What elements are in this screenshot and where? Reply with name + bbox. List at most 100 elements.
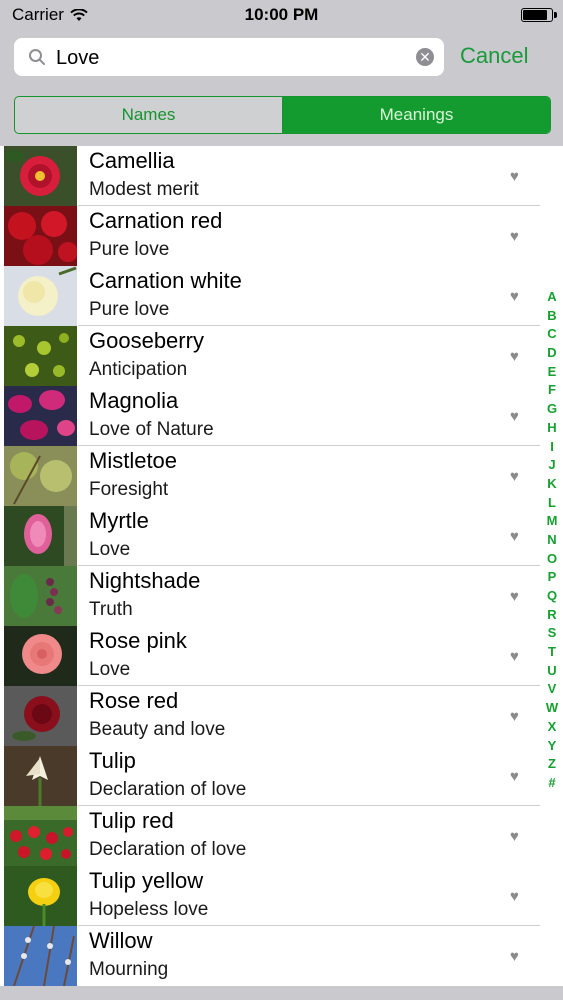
flower-meaning: Foresight [89, 479, 169, 500]
list-item[interactable]: Camellia Modest merit ♥ [0, 146, 563, 206]
list-item[interactable]: Tulip yellow Hopeless love ♥ [0, 866, 563, 926]
flower-name: Rose red [89, 688, 179, 713]
flower-thumbnail [4, 746, 77, 806]
flower-meaning: Pure love [89, 239, 170, 260]
index-letter[interactable]: W [542, 699, 562, 718]
index-letter[interactable]: J [542, 456, 562, 475]
flower-thumbnail [4, 206, 77, 266]
list-item[interactable]: Tulip red Declaration of love ♥ [0, 806, 563, 866]
flower-name: Gooseberry [89, 328, 204, 353]
flower-meaning: Beauty and love [89, 719, 226, 740]
index-letter[interactable]: G [542, 400, 562, 419]
battery-icon [521, 8, 557, 22]
flower-name: Tulip yellow [89, 868, 204, 893]
heart-icon[interactable]: ♥ [510, 768, 519, 785]
heart-icon[interactable]: ♥ [510, 588, 519, 605]
flower-name: Willow [89, 928, 153, 953]
flower-list[interactable]: Camellia Modest merit ♥ Carnation red Pu… [0, 146, 563, 986]
search-input[interactable] [54, 44, 418, 72]
index-letter[interactable]: V [542, 680, 562, 699]
list-item[interactable]: Mistletoe Foresight ♥ [0, 446, 563, 506]
index-letter[interactable]: K [542, 475, 562, 494]
flower-name: Mistletoe [89, 448, 178, 473]
list-item[interactable]: Rose red Beauty and love ♥ [0, 686, 563, 746]
flower-meaning: Mourning [89, 959, 169, 980]
index-letter[interactable]: F [542, 381, 562, 400]
list-item[interactable]: Nightshade Truth ♥ [0, 566, 563, 626]
index-letter[interactable]: M [542, 512, 562, 531]
flower-name: Nightshade [89, 568, 201, 593]
flower-meaning: Love of Nature [89, 419, 214, 440]
flower-meaning: Declaration of love [89, 839, 247, 860]
flower-meaning: Pure love [89, 299, 170, 320]
flower-thumbnail [4, 686, 77, 746]
heart-icon[interactable]: ♥ [510, 288, 519, 305]
heart-icon[interactable]: ♥ [510, 528, 519, 545]
heart-icon[interactable]: ♥ [510, 888, 519, 905]
heart-icon[interactable]: ♥ [510, 348, 519, 365]
list-item[interactable]: Tulip Declaration of love ♥ [0, 746, 563, 806]
status-bar: Carrier 10:00 PM [0, 0, 563, 30]
list-item[interactable]: Carnation white Pure love ♥ [0, 266, 563, 326]
heart-icon[interactable]: ♥ [510, 948, 519, 965]
tab-names[interactable]: Names [15, 97, 283, 133]
flower-name: Camellia [89, 148, 175, 173]
flower-name: Magnolia [89, 388, 179, 413]
index-letter[interactable]: # [542, 774, 562, 793]
flower-thumbnail [4, 146, 77, 206]
flower-name: Tulip red [89, 808, 174, 833]
index-letter[interactable]: C [542, 325, 562, 344]
search-bar[interactable]: ✕ [14, 38, 444, 76]
flower-meaning: Truth [89, 599, 133, 620]
index-letter[interactable]: R [542, 606, 562, 625]
flower-thumbnail [4, 266, 77, 326]
index-letter[interactable]: E [542, 363, 562, 382]
section-index[interactable]: A B C D E F G H I J K L M N O P Q R S T U V W X Y Z # [542, 288, 562, 793]
flower-thumbnail [4, 446, 77, 506]
clear-search-icon[interactable]: ✕ [416, 48, 434, 66]
index-letter[interactable]: Y [542, 737, 562, 756]
tab-meanings[interactable]: Meanings [283, 97, 550, 133]
list-item[interactable]: Willow Mourning ♥ [0, 926, 563, 986]
heart-icon[interactable]: ♥ [510, 648, 519, 665]
index-letter[interactable]: S [542, 624, 562, 643]
heart-icon[interactable]: ♥ [510, 708, 519, 725]
index-letter[interactable]: I [542, 438, 562, 457]
index-letter[interactable]: T [542, 643, 562, 662]
index-letter[interactable]: N [542, 531, 562, 550]
index-letter[interactable]: A [542, 288, 562, 307]
index-letter[interactable]: O [542, 550, 562, 569]
flower-meaning: Anticipation [89, 359, 188, 380]
index-letter[interactable]: Z [542, 755, 562, 774]
index-letter[interactable]: X [542, 718, 562, 737]
heart-icon[interactable]: ♥ [510, 168, 519, 185]
index-letter[interactable]: U [542, 662, 562, 681]
flower-name: Rose pink [89, 628, 187, 653]
heart-icon[interactable]: ♥ [510, 408, 519, 425]
index-letter[interactable]: Q [542, 587, 562, 606]
index-letter[interactable]: H [542, 419, 562, 438]
heart-icon[interactable]: ♥ [510, 228, 519, 245]
flower-thumbnail [4, 866, 77, 926]
index-letter[interactable]: L [542, 494, 562, 513]
list-item[interactable]: Gooseberry Anticipation ♥ [0, 326, 563, 386]
bottom-chrome [0, 986, 563, 1000]
list-item[interactable]: Rose pink Love ♥ [0, 626, 563, 686]
flower-name: Myrtle [89, 508, 149, 533]
list-item[interactable]: Magnolia Love of Nature ♥ [0, 386, 563, 446]
segmented-control: Names Meanings [14, 96, 551, 134]
cancel-button[interactable]: Cancel [460, 43, 528, 69]
heart-icon[interactable]: ♥ [510, 468, 519, 485]
index-letter[interactable]: B [542, 307, 562, 326]
flower-thumbnail [4, 506, 77, 566]
flower-name: Tulip [89, 748, 136, 773]
search-icon [28, 48, 46, 71]
list-item[interactable]: Myrtle Love ♥ [0, 506, 563, 566]
flower-thumbnail [4, 626, 77, 686]
flower-meaning: Love [89, 659, 131, 680]
index-letter[interactable]: D [542, 344, 562, 363]
flower-meaning: Love [89, 539, 131, 560]
heart-icon[interactable]: ♥ [510, 828, 519, 845]
index-letter[interactable]: P [542, 568, 562, 587]
list-item[interactable]: Carnation red Pure love ♥ [0, 206, 563, 266]
